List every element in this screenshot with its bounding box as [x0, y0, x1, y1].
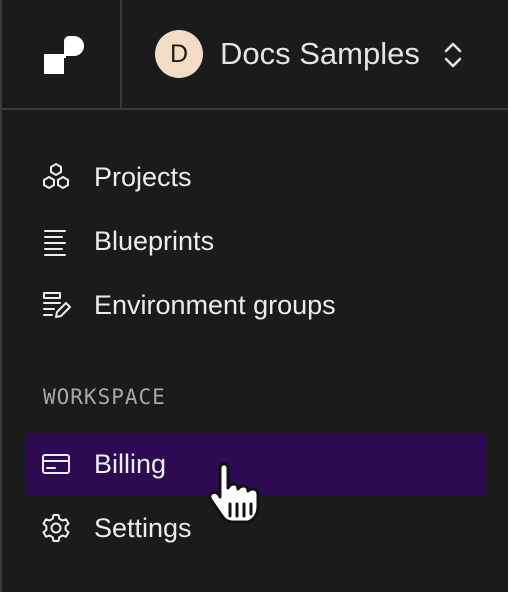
- sidebar-item-label: Blueprints: [94, 226, 215, 256]
- logo-home-link[interactable]: [2, 0, 122, 108]
- hand-pointer-cursor-icon: [208, 462, 260, 524]
- environment-groups-icon: [43, 292, 71, 318]
- sidebar-item-projects[interactable]: Projects: [26, 146, 486, 208]
- logo-icon: [44, 36, 84, 74]
- sidebar-item-label: Environment groups: [94, 290, 336, 320]
- sidebar-header: D Docs Samples: [2, 0, 508, 110]
- sidebar: D Docs Samples Projects Blueprints Envir…: [0, 0, 508, 592]
- projects-icon: [43, 162, 69, 190]
- sidebar-item-label: Billing: [94, 449, 167, 479]
- blueprints-icon: [44, 230, 66, 256]
- credit-card-icon: [42, 454, 70, 474]
- gear-icon: [42, 514, 70, 542]
- section-heading-workspace: WORKSPACE: [43, 385, 166, 409]
- sidebar-item-label: Settings: [94, 513, 192, 543]
- workspace-avatar: D: [155, 30, 203, 78]
- sidebar-item-blueprints[interactable]: Blueprints: [26, 210, 486, 272]
- chevron-up-down-icon: [444, 42, 462, 68]
- workspace-name: Docs Samples: [220, 36, 420, 71]
- workspace-switcher[interactable]: D Docs Samples: [122, 0, 508, 108]
- sidebar-item-label: Projects: [94, 162, 192, 192]
- sidebar-item-environment-groups[interactable]: Environment groups: [26, 274, 486, 336]
